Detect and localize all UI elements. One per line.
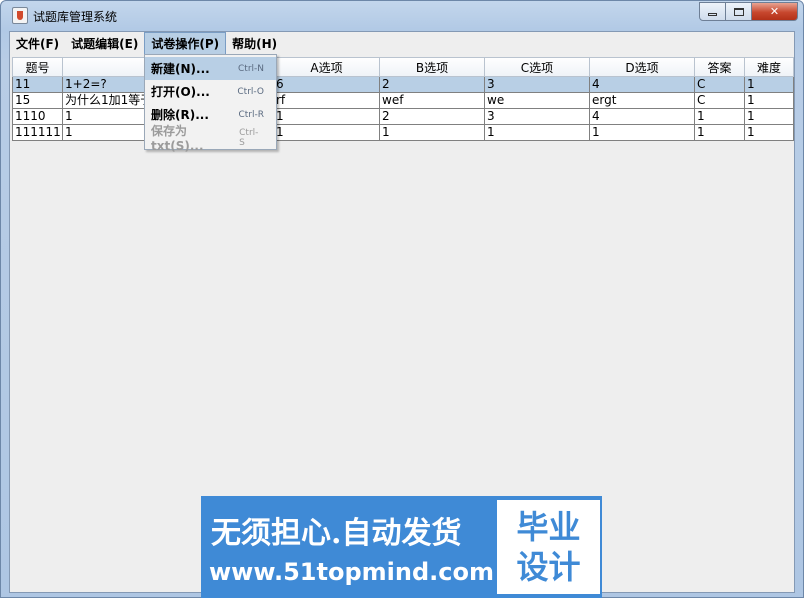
column-header-option-d[interactable]: D选项 bbox=[590, 57, 695, 77]
table-row[interactable]: 15 为什么1加1等于 rf wef we ergt C 1 bbox=[12, 93, 794, 109]
menu-file[interactable]: 文件(F) bbox=[10, 32, 65, 55]
menu-item-shortcut: Ctrl-O bbox=[237, 86, 264, 97]
column-header-option-c[interactable]: C选项 bbox=[485, 57, 590, 77]
maximize-button[interactable] bbox=[726, 2, 752, 21]
table-cell[interactable]: we bbox=[485, 93, 590, 109]
table-row[interactable]: 1110 1 1 2 3 4 1 1 bbox=[12, 109, 794, 125]
column-header-difficulty[interactable]: 难度 bbox=[745, 57, 794, 77]
exam-operations-dropdown: 新建(N)... Ctrl-N 打开(O)... Ctrl-O 删除(R)...… bbox=[144, 54, 277, 153]
table-cell[interactable]: 4 bbox=[590, 77, 695, 93]
table-cell[interactable]: 3 bbox=[485, 109, 590, 125]
table-cell[interactable]: C bbox=[695, 93, 745, 109]
menu-item-label: 保存为txt(S)... bbox=[151, 124, 204, 153]
watermark-badge: 毕业 设计 bbox=[497, 500, 600, 594]
table-cell[interactable]: 1 bbox=[590, 125, 695, 141]
table-row[interactable]: 111111 1 1 1 1 1 1 1 bbox=[12, 125, 794, 141]
menu-item-label: 删除(R)... bbox=[151, 108, 209, 122]
table-cell[interactable]: 1 bbox=[380, 125, 485, 141]
column-header-option-a[interactable]: A选项 bbox=[274, 57, 380, 77]
table-cell[interactable]: 11 bbox=[12, 77, 63, 93]
table-cell[interactable]: wef bbox=[380, 93, 485, 109]
column-header-id[interactable]: 题号 bbox=[12, 57, 63, 77]
menu-exam-operations[interactable]: 试卷操作(P) bbox=[144, 32, 227, 55]
table-cell[interactable]: 1 bbox=[745, 125, 794, 141]
menu-item-label: 打开(O)... bbox=[151, 85, 210, 99]
table-cell[interactable]: ergt bbox=[590, 93, 695, 109]
minimize-icon bbox=[708, 13, 717, 16]
watermark-slogan: 无须担心.自动发货 bbox=[211, 516, 462, 551]
table-cell[interactable]: 1 bbox=[485, 125, 590, 141]
table-header: 题号 A选项 B选项 C选项 D选项 答案 难度 bbox=[12, 57, 794, 77]
watermark-badge-line1: 毕业 bbox=[516, 508, 581, 546]
menu-item-new[interactable]: 新建(N)... Ctrl-N bbox=[145, 57, 276, 80]
table-cell[interactable]: 111111 bbox=[12, 125, 63, 141]
menu-item-shortcut: Ctrl-S bbox=[239, 127, 259, 148]
menu-question-edit[interactable]: 试题编辑(E) bbox=[65, 32, 144, 55]
table-cell[interactable]: 1 bbox=[695, 125, 745, 141]
maximize-icon bbox=[733, 7, 744, 16]
java-app-icon bbox=[12, 7, 28, 24]
menu-help[interactable]: 帮助(H) bbox=[226, 32, 283, 55]
table-cell[interactable]: 1 bbox=[274, 109, 380, 125]
menu-item-shortcut: Ctrl-R bbox=[238, 109, 264, 120]
watermark-banner: 无须担心.自动发货 www.51topmind.com 毕业 设计 bbox=[201, 496, 602, 598]
menu-item-label: 新建(N)... bbox=[151, 62, 210, 76]
table-cell[interactable]: 3 bbox=[485, 77, 590, 93]
column-header-answer[interactable]: 答案 bbox=[695, 57, 745, 77]
menu-bar: 文件(F) 试题编辑(E) 试卷操作(P) 帮助(H) bbox=[10, 32, 794, 55]
close-icon: ✕ bbox=[769, 5, 780, 18]
menu-item-save-as-txt: 保存为txt(S)... Ctrl-S bbox=[145, 124, 276, 153]
menu-item-shortcut: Ctrl-N bbox=[238, 63, 264, 74]
questions-table: 题号 A选项 B选项 C选项 D选项 答案 难度 11 1+2=? 6 2 3 … bbox=[12, 57, 794, 169]
watermark-url: www.51topmind.com bbox=[209, 558, 494, 586]
window-title: 试题库管理系统 bbox=[33, 10, 118, 24]
minimize-button[interactable] bbox=[699, 2, 726, 21]
table-cell[interactable]: 1 bbox=[274, 125, 380, 141]
table-cell[interactable]: 1110 bbox=[12, 109, 63, 125]
table-cell[interactable]: C bbox=[695, 77, 745, 93]
menu-item-open[interactable]: 打开(O)... Ctrl-O bbox=[145, 80, 276, 103]
window-controls: ✕ bbox=[699, 2, 798, 21]
table-cell[interactable]: 1 bbox=[695, 109, 745, 125]
watermark-badge-line2: 设计 bbox=[516, 548, 581, 586]
table-cell[interactable]: 2 bbox=[380, 77, 485, 93]
table-cell[interactable]: 15 bbox=[12, 93, 63, 109]
close-button[interactable]: ✕ bbox=[752, 2, 798, 21]
table-cell[interactable]: 1 bbox=[745, 93, 794, 109]
title-bar[interactable]: 试题库管理系统 ✕ bbox=[1, 1, 803, 31]
table-cell[interactable]: rf bbox=[274, 93, 380, 109]
table-cell[interactable]: 1 bbox=[745, 109, 794, 125]
table-cell[interactable]: 1 bbox=[745, 77, 794, 93]
table-cell[interactable]: 4 bbox=[590, 109, 695, 125]
table-row[interactable]: 11 1+2=? 6 2 3 4 C 1 bbox=[12, 77, 794, 93]
table-cell[interactable]: 6 bbox=[274, 77, 380, 93]
column-header-option-b[interactable]: B选项 bbox=[380, 57, 485, 77]
table-cell[interactable]: 2 bbox=[380, 109, 485, 125]
